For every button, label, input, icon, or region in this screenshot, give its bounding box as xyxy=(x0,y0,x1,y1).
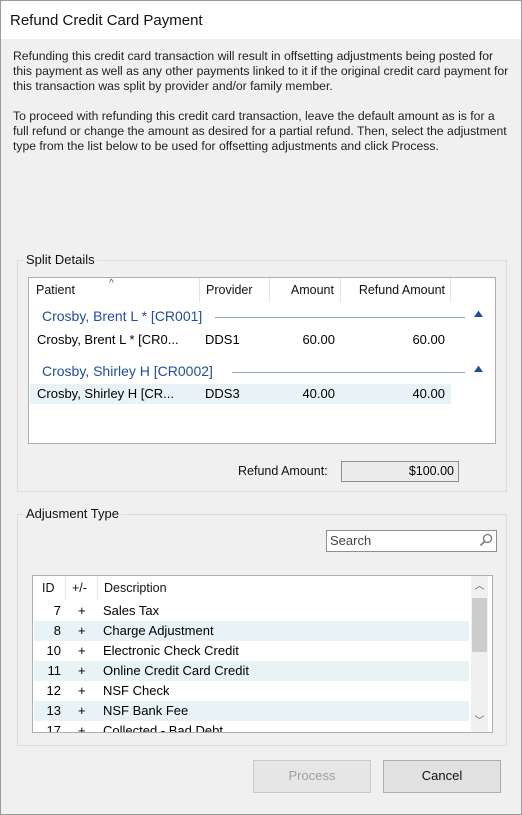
title-bar: Refund Credit Card Payment xyxy=(1,1,521,39)
column-header-id[interactable]: ID xyxy=(33,576,66,600)
sign-cell: + xyxy=(78,643,86,658)
id-cell: 13 xyxy=(46,703,61,718)
id-cell: 12 xyxy=(46,683,61,698)
id-cell: 8 xyxy=(53,623,61,638)
description-cell: Charge Adjustment xyxy=(103,623,214,638)
id-cell: 11 xyxy=(47,663,62,678)
patient-cell: Crosby, Shirley H [CR... xyxy=(37,386,175,401)
column-header-id-label: ID xyxy=(42,581,55,595)
cancel-button[interactable]: Cancel xyxy=(383,760,501,793)
table-row[interactable]: 10 + Electronic Check Credit xyxy=(34,641,469,661)
scroll-up-icon[interactable]: ︿ xyxy=(471,578,488,595)
group-header-title: Crosby, Shirley H [CR0002] xyxy=(42,363,213,379)
sign-cell: + xyxy=(78,723,86,733)
sign-cell: + xyxy=(78,703,86,718)
refund-amount-cell: 40.00 xyxy=(412,386,445,401)
process-button[interactable]: Process xyxy=(253,760,371,793)
column-header-amount-label: Amount xyxy=(290,283,334,297)
instructions-paragraph-1: Refunding this credit card transaction w… xyxy=(13,49,509,93)
refund-amount-label: Refund Amount: xyxy=(238,464,328,478)
table-row[interactable]: 8 + Charge Adjustment xyxy=(34,621,469,641)
adjustment-type-grid[interactable]: ID +/- Description 7 + Sales Tax 8 + Cha… xyxy=(32,575,493,733)
collapse-chevron-icon[interactable]: ▲ xyxy=(471,308,486,320)
table-row[interactable]: Crosby, Shirley H [CR... DDS3 40.00 40.0… xyxy=(30,384,451,404)
search-placeholder: Search xyxy=(330,533,372,548)
sign-cell: + xyxy=(78,683,86,698)
scroll-down-icon[interactable]: ﹀ xyxy=(471,713,488,730)
refund-dialog: Refund Credit Card Payment Refunding thi… xyxy=(0,0,522,815)
collapse-chevron-icon[interactable]: ▲ xyxy=(471,363,486,375)
provider-cell: DDS3 xyxy=(205,386,240,401)
column-header-provider[interactable]: Provider xyxy=(200,278,270,302)
table-row[interactable]: 11 + Online Credit Card Credit xyxy=(34,661,469,681)
description-cell: Collected - Bad Debt xyxy=(103,723,223,733)
instructions: Refunding this credit card transaction w… xyxy=(13,49,513,169)
search-input[interactable]: Search xyxy=(326,530,497,552)
id-cell: 7 xyxy=(53,603,61,618)
table-row[interactable]: 13 + NSF Bank Fee xyxy=(34,701,469,721)
column-header-provider-label: Provider xyxy=(206,283,253,297)
split-details-label: Split Details xyxy=(24,252,97,267)
id-cell: 10 xyxy=(46,643,61,658)
split-details-grid[interactable]: ^ Patient Provider Amount Refund Amount … xyxy=(28,277,496,444)
vertical-scrollbar[interactable]: ︿ ﹀ xyxy=(471,576,488,732)
instructions-paragraph-2: To proceed with refunding this credit ca… xyxy=(13,109,507,153)
description-cell: NSF Bank Fee xyxy=(103,703,189,718)
patient-cell: Crosby, Brent L * [CR0... xyxy=(37,332,179,347)
column-header-patient-label: Patient xyxy=(36,283,75,297)
column-header-description-label: Description xyxy=(104,581,167,595)
provider-cell: DDS1 xyxy=(205,332,240,347)
amount-cell: 60.00 xyxy=(302,332,335,347)
column-header-refund-amount[interactable]: Refund Amount xyxy=(341,278,451,302)
description-cell: Sales Tax xyxy=(103,603,160,618)
table-row[interactable]: 17 + Collected - Bad Debt xyxy=(34,721,469,733)
refund-amount-cell: 60.00 xyxy=(412,332,445,347)
scrollbar-thumb[interactable] xyxy=(472,598,487,652)
column-header-description[interactable]: Description xyxy=(98,576,469,600)
amount-cell: 40.00 xyxy=(302,386,335,401)
table-row[interactable]: Crosby, Brent L * [CR0... DDS1 60.00 60.… xyxy=(30,330,451,350)
column-header-patient[interactable]: ^ Patient xyxy=(29,278,200,302)
window-title: Refund Credit Card Payment xyxy=(10,12,203,29)
group-header-divider xyxy=(215,317,465,318)
column-header-refund-amount-label: Refund Amount xyxy=(358,283,445,297)
search-icon[interactable] xyxy=(479,533,493,547)
table-row[interactable]: 7 + Sales Tax xyxy=(34,601,469,621)
sign-cell: + xyxy=(78,663,86,678)
description-cell: Electronic Check Credit xyxy=(103,643,239,658)
id-cell: 17 xyxy=(46,723,61,733)
refund-amount-field[interactable]: $100.00 xyxy=(341,461,459,482)
sign-cell: + xyxy=(78,603,86,618)
sort-ascending-icon: ^ xyxy=(109,278,114,289)
group-header-divider xyxy=(232,372,465,373)
table-row[interactable]: 12 + NSF Check xyxy=(34,681,469,701)
description-cell: Online Credit Card Credit xyxy=(103,663,249,678)
sign-cell: + xyxy=(78,623,86,638)
column-header-amount[interactable]: Amount xyxy=(270,278,341,302)
adjustment-type-label: Adjusment Type xyxy=(24,506,121,521)
group-header-title: Crosby, Brent L * [CR001] xyxy=(42,308,203,324)
description-cell: NSF Check xyxy=(103,683,170,698)
column-header-sign[interactable]: +/- xyxy=(66,576,98,600)
column-header-sign-label: +/- xyxy=(72,581,87,595)
